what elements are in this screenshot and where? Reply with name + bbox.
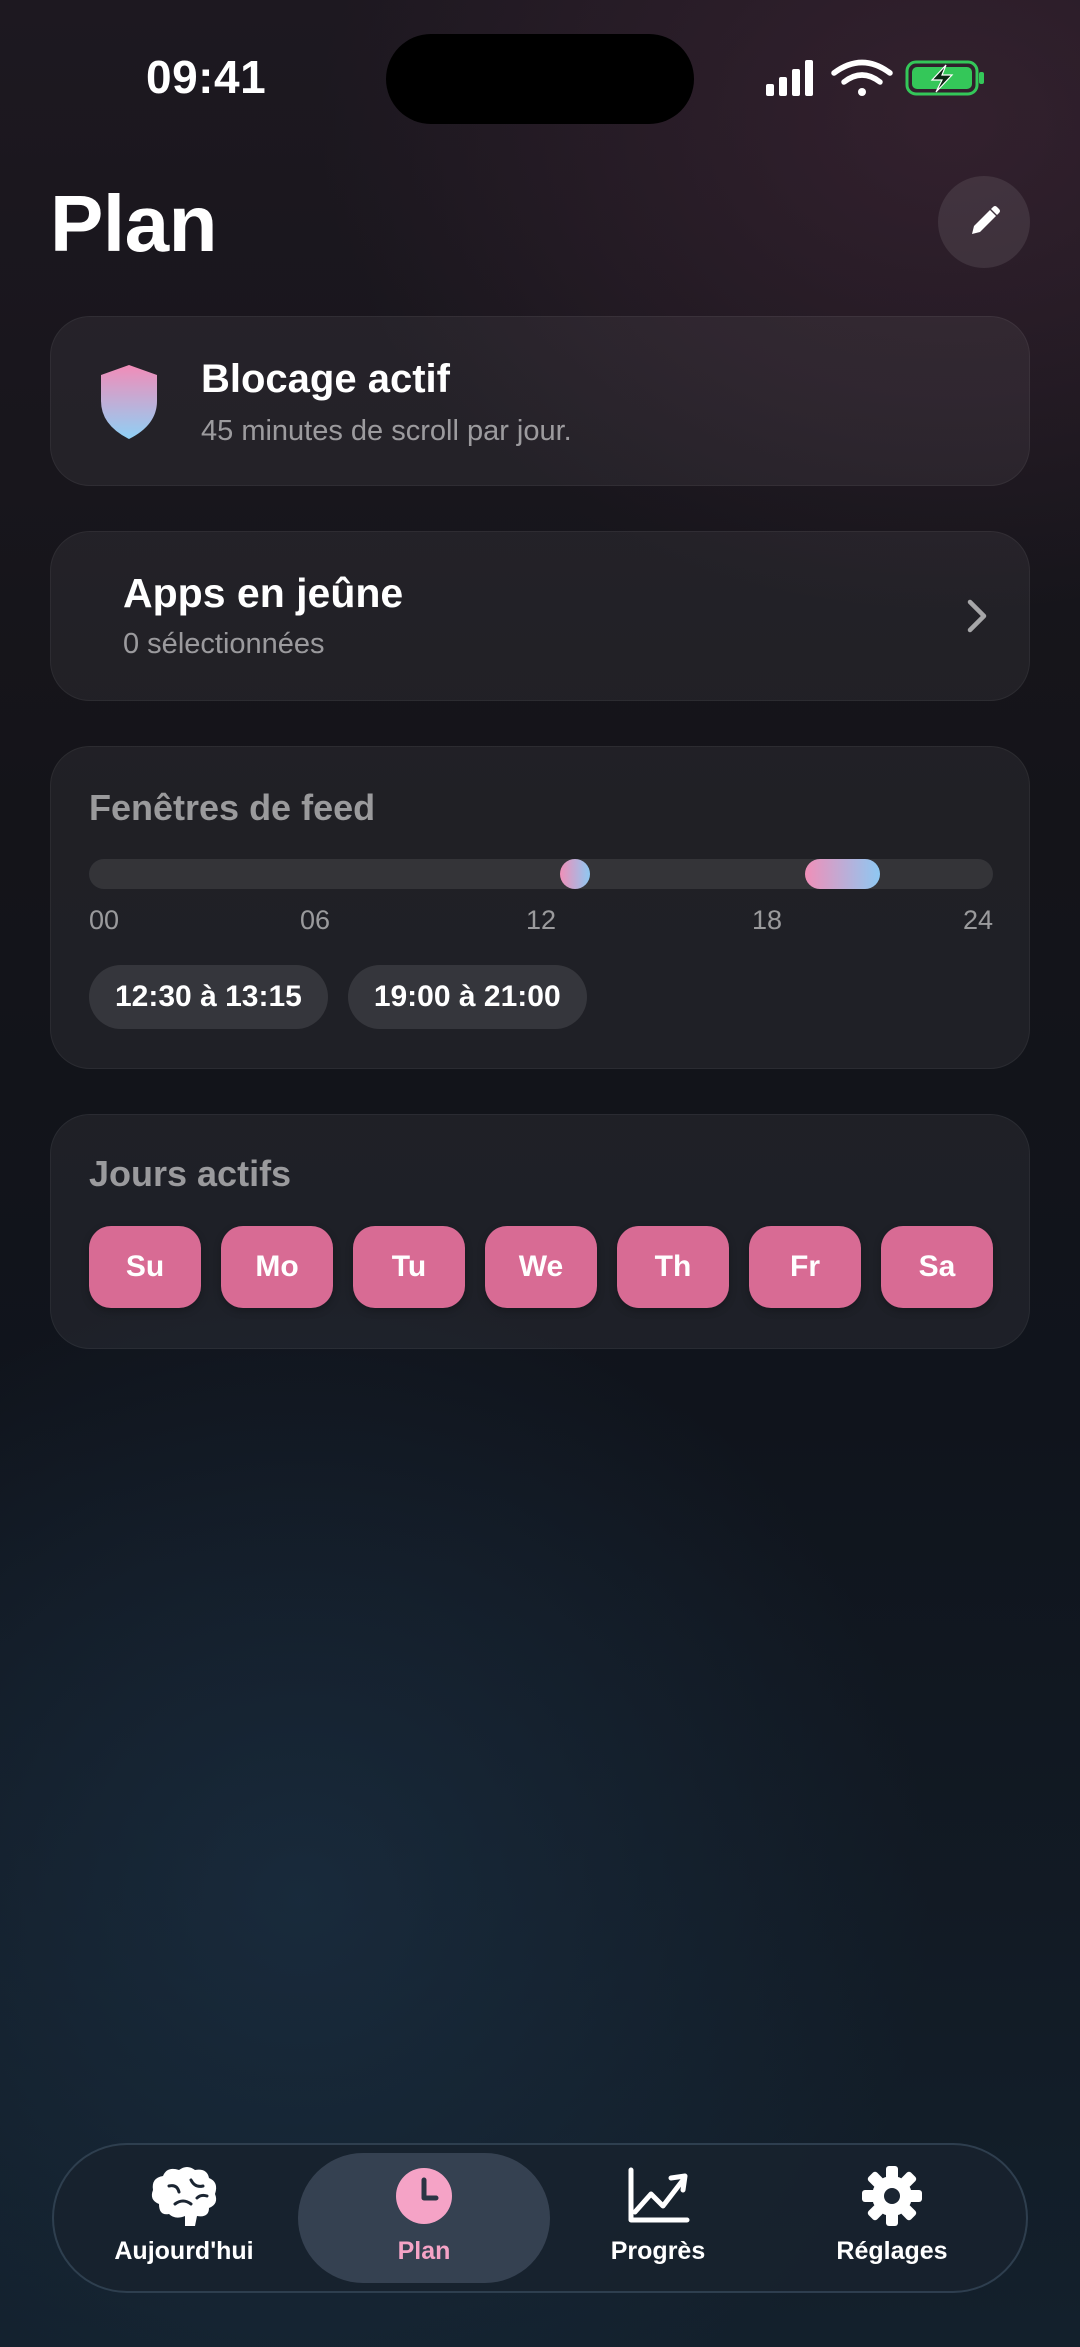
day-toggle[interactable]: We [485,1226,597,1308]
active-days-title: Jours actifs [89,1153,292,1194]
edit-button[interactable] [938,176,1030,268]
apps-selected-count: 0 sélectionnées [123,628,325,660]
day-toggle[interactable]: Sa [881,1226,993,1308]
status-icons [766,59,984,96]
timeline-ticks: 00 06 12 18 24 [89,905,993,939]
feed-windows-title: Fenêtres de feed [89,787,376,828]
feed-window-segment [559,859,590,889]
feed-window-chip[interactable]: 12:30 à 13:15 [89,965,328,1029]
tab-label: Aujourd'hui [114,2237,254,2265]
apps-title: Apps en jeûne [123,570,404,616]
timeline-tick-label: 24 [962,905,993,935]
tab-bar: Aujourd'hui Plan Progrès Réglages [52,2143,1028,2293]
blocking-subtitle: 45 minutes de scroll par jour. [201,415,572,447]
day-toggle[interactable]: Su [89,1226,201,1308]
status-time: 09:41 [146,51,267,103]
tab-settings[interactable]: Réglages [766,2153,1018,2283]
feed-windows-card: Fenêtres de feed 00 06 12 18 24 12:30 à 13:1… [50,746,1030,1069]
active-days-card: Jours actifs Su Mo Tu We Th Fr Sa [50,1114,1030,1349]
tab-label: Plan [397,2237,451,2265]
tab-today[interactable]: Aujourd'hui [58,2153,310,2283]
tab-label: Progrès [610,2237,706,2265]
battery-icon [905,60,984,96]
page-title: Plan [50,179,217,268]
apps-card[interactable]: Apps en jeûne 0 sélectionnées [50,531,1030,701]
pencil-icon [972,206,1000,234]
gear-icon [855,2163,929,2229]
feed-window-chip[interactable]: 19:00 à 21:00 [347,965,587,1029]
blocking-title: Blocage actif [201,357,450,401]
brain-icon [147,2163,221,2229]
day-toggle[interactable]: Tu [353,1226,465,1308]
shield-icon [101,365,157,439]
day-toggle[interactable]: Mo [221,1226,333,1308]
timeline-tick-label: 00 [89,905,120,935]
feed-window-segment [804,859,880,889]
blocking-card[interactable]: Blocage actif 45 minutes de scroll par j… [50,316,1030,486]
tab-plan[interactable]: Plan [298,2153,550,2283]
timeline-tick-label: 06 [299,905,331,935]
chart-icon [621,2163,695,2229]
timeline-tick-label: 18 [751,905,783,935]
day-selector: Su Mo Tu We Th Fr Sa [89,1226,993,1308]
clock-icon [387,2163,461,2229]
wifi-icon [831,59,893,96]
tab-label: Réglages [836,2237,948,2265]
signal-icon [766,60,813,96]
timeline-tick-label: 12 [525,905,557,935]
timeline-track [89,859,993,889]
day-toggle[interactable]: Fr [749,1226,861,1308]
feed-window-chips: 12:30 à 13:15 19:00 à 21:00 [89,965,587,1029]
day-toggle[interactable]: Th [617,1226,729,1308]
chevron-right-icon [967,599,987,633]
dynamic-island [386,34,694,124]
tab-progress[interactable]: Progrès [532,2153,784,2283]
